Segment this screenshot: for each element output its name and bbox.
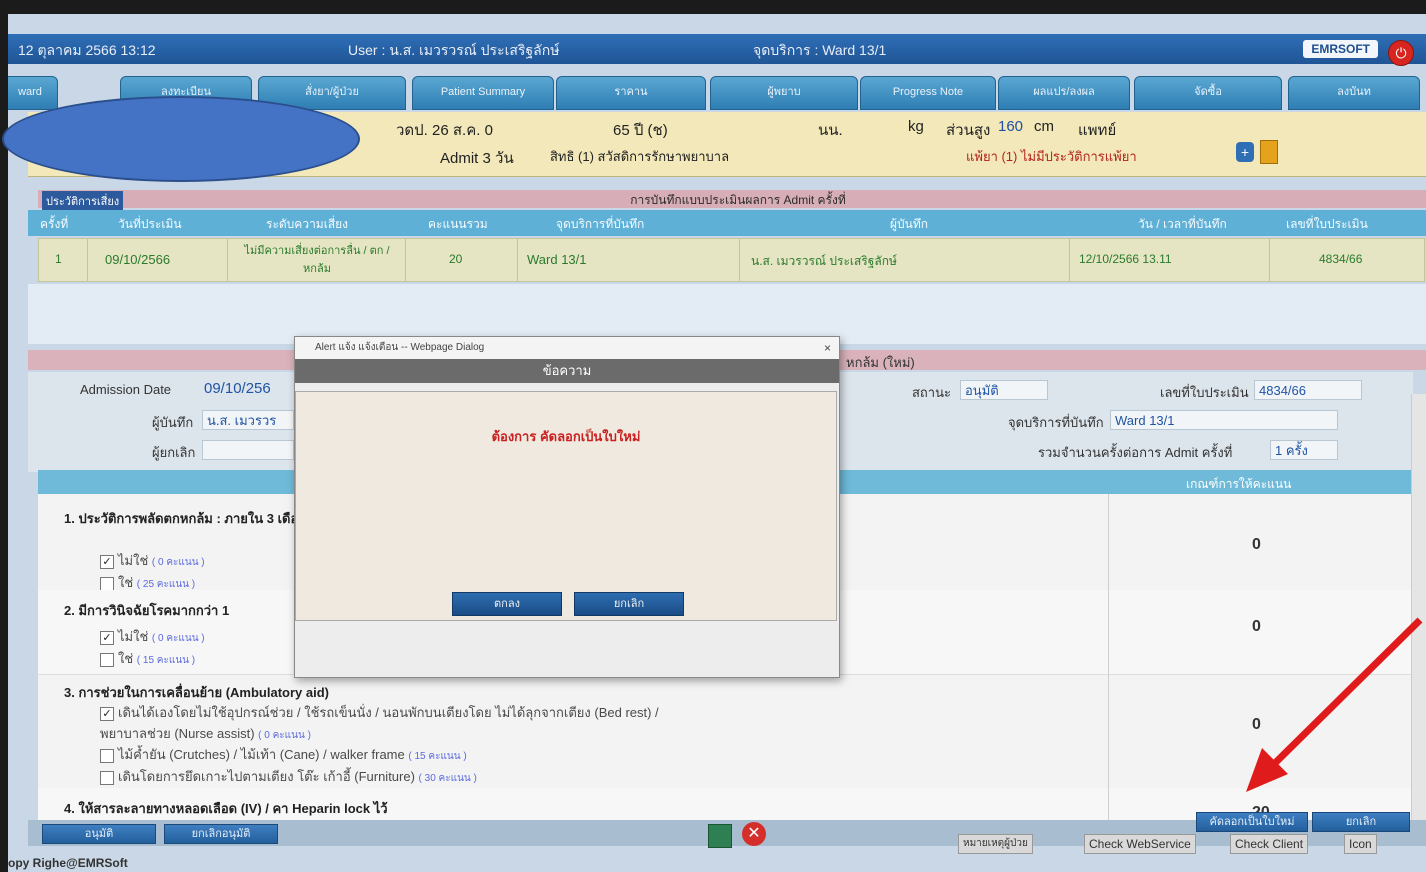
annotation-arrow: [1246, 617, 1423, 792]
